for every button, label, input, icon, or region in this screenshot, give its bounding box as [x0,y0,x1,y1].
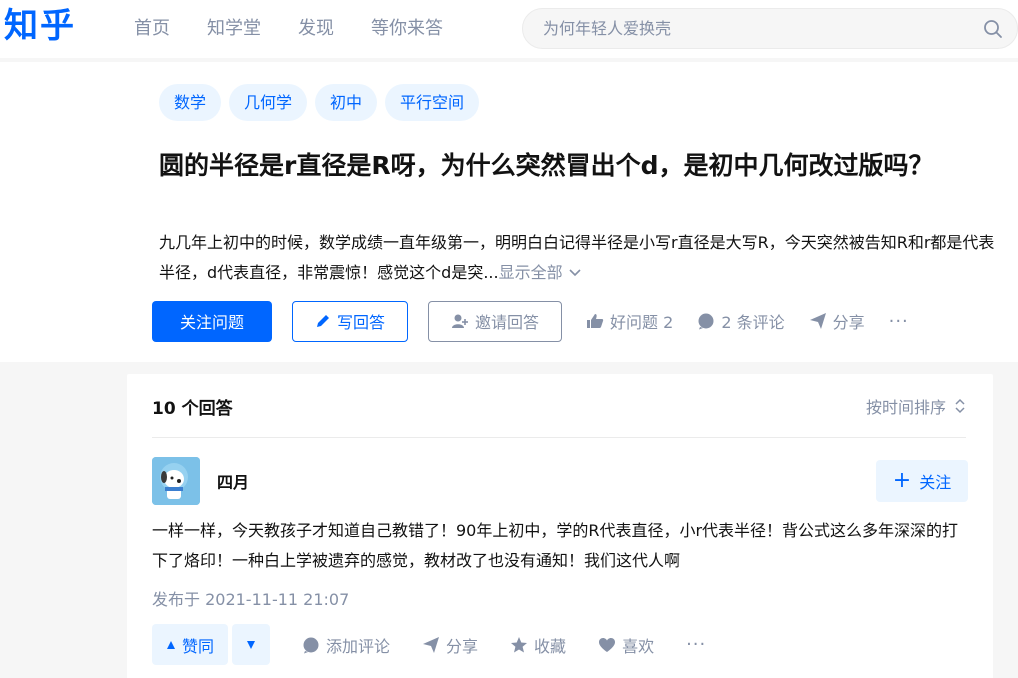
comments-button[interactable]: 2 条评论 [697,309,785,333]
favorite-label: 收藏 [534,636,567,656]
downvote-button[interactable] [232,624,271,665]
main-nav: 首页 知学堂 发现 等你来答 [134,0,480,58]
share-label: 分享 [832,313,865,332]
nav-item-explore[interactable]: 发现 [298,0,334,58]
star-icon [511,636,528,652]
answer-timestamp[interactable]: 发布于 2021-11-11 21:07 [152,586,349,610]
answers-card: 10 个回答 按时间排序 四月 + 关注 一样一样，今天教孩子才知道自己教错了！… [127,374,993,678]
add-comment-button[interactable]: 添加评论 [302,633,390,657]
write-answer-button[interactable]: 写回答 [292,300,409,342]
question-title: 圆的半径是r直径是R呀，为什么突然冒出个d，是初中几何改过版吗？ [159,151,934,180]
comment-icon [698,313,714,330]
write-answer-label: 写回答 [337,313,386,332]
nav-item-zhixuetang[interactable]: 知学堂 [207,0,261,58]
nav-item-home[interactable]: 首页 [134,0,170,58]
topic-tag[interactable]: 平行空间 [385,84,480,121]
follow-question-button[interactable]: 关注问题 [152,300,272,342]
good-question-button[interactable]: 好问题 2 [586,309,673,333]
topic-tags: 数学 几何学 初中 平行空间 [159,84,487,121]
invite-answer-button[interactable]: 邀请回答 [428,300,563,342]
show-all-label: 显示全部 [498,263,563,282]
more-options-button[interactable]: ··· [889,311,909,332]
share-button[interactable]: 分享 [809,309,865,333]
avatar-dog-icon [152,457,200,505]
sort-label: 按时间排序 [865,398,946,417]
triangle-up-icon [167,640,175,649]
question-actions: 关注问题 写回答 邀请回答 好问题 2 2 条评论 分享 ··· [152,299,909,343]
sort-toggle[interactable]: 按时间排序 [866,394,966,418]
share-icon [809,313,826,329]
answer-share-label: 分享 [446,636,479,656]
invite-answer-label: 邀请回答 [475,313,540,332]
author-name[interactable]: 四月 [217,469,249,493]
zhihu-logo[interactable]: 知乎 [4,4,76,48]
answer-content: 一样一样，今天教孩子才知道自己教错了！90年上初中，学的R代表直径，小r代表半径… [152,521,959,570]
upvote-label: 赞同 [182,636,215,656]
question-header: 数学 几何学 初中 平行空间 圆的半径是r直径是R呀，为什么突然冒出个d，是初中… [0,62,1018,362]
add-comment-label: 添加评论 [326,636,391,656]
thumbs-up-icon [587,314,604,328]
answer-more-button[interactable]: ··· [686,634,706,655]
favorite-button[interactable]: 收藏 [510,633,566,657]
comment-icon [303,637,319,653]
search-box [522,8,1018,49]
show-all-button[interactable]: 显示全部 [499,263,582,282]
invite-user-icon [452,314,469,328]
sort-arrows-icon [955,398,965,414]
upvote-button[interactable]: 赞同 [152,624,229,665]
triangle-down-icon [247,640,256,649]
question-detail: 九几年上初中的时候，数学成绩一直年级第一，明明白白记得半径是小写r直径是大写R，… [159,228,999,288]
topic-tag[interactable]: 数学 [159,84,222,121]
pencil-icon [317,315,329,327]
chevron-down-icon [569,269,581,277]
topic-tag[interactable]: 初中 [315,84,378,121]
heart-icon [599,637,616,652]
comments-label: 2 条评论 [721,313,785,332]
good-question-label: 好问题 2 [610,313,674,332]
topic-tag[interactable]: 几何学 [229,84,308,121]
answer-count: 10 个回答 [152,399,233,419]
plus-icon: + [892,468,912,493]
like-label: 喜欢 [622,636,655,656]
search-input[interactable] [543,9,943,48]
follow-author-button[interactable]: + 关注 [876,460,968,502]
answers-header: 10 个回答 按时间排序 [152,374,966,438]
like-button[interactable]: 喜欢 [598,633,654,657]
avatar[interactable] [152,457,200,505]
answer-actions: 赞同 添加评论 分享 收藏 喜欢 ··· [152,624,706,665]
top-navbar: 知乎 首页 知学堂 发现 等你来答 [0,0,1018,58]
search-icon[interactable] [983,19,1003,39]
answer-share-button[interactable]: 分享 [422,633,478,657]
follow-author-label: 关注 [919,473,952,492]
nav-item-waiting-answers[interactable]: 等你来答 [371,0,443,58]
share-icon [423,636,440,653]
